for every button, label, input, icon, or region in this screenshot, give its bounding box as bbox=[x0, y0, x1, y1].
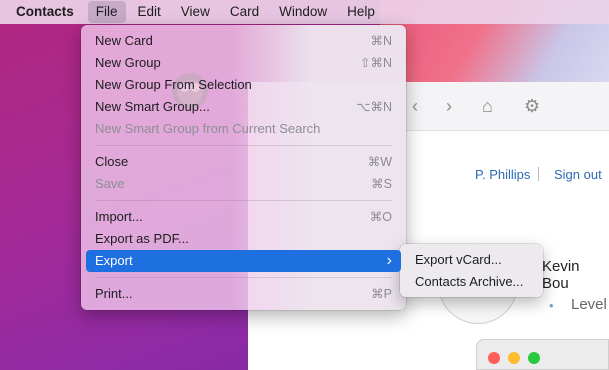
menu-item-label: Export as PDF... bbox=[95, 231, 189, 246]
menu-item-label: New Smart Group... bbox=[95, 99, 210, 114]
menu-item-label: New Group bbox=[95, 55, 161, 70]
minimize-traffic-light-icon[interactable] bbox=[508, 352, 520, 364]
home-icon[interactable]: ⌂ bbox=[482, 96, 493, 117]
menu-item-print[interactable]: Print... ⌘P bbox=[86, 283, 401, 305]
menu-item-label: Contacts Archive... bbox=[415, 274, 524, 289]
shortcut-label: ⌘P bbox=[371, 287, 392, 301]
shortcut-label: ⌘W bbox=[367, 155, 392, 169]
shortcut-label: ⇧⌘N bbox=[359, 56, 392, 70]
menu-item-export[interactable]: Export › bbox=[86, 250, 401, 272]
menu-item-label: Export vCard... bbox=[415, 252, 502, 267]
shortcut-label: ⌘O bbox=[369, 210, 392, 224]
back-arrow-icon[interactable]: ‹ bbox=[412, 96, 418, 117]
menu-edit[interactable]: Edit bbox=[130, 1, 169, 23]
menu-item-label: New Card bbox=[95, 33, 153, 48]
menu-item-save: Save ⌘S bbox=[86, 173, 401, 195]
menu-card[interactable]: Card bbox=[222, 1, 267, 23]
menu-item-label: Print... bbox=[95, 286, 133, 301]
menu-item-export-as-pdf[interactable]: Export as PDF... bbox=[86, 228, 401, 250]
sign-out-link[interactable]: Sign out bbox=[554, 167, 602, 182]
menu-separator bbox=[95, 145, 392, 146]
menu-item-label: Close bbox=[95, 154, 129, 169]
bullet-icon: • bbox=[549, 298, 554, 313]
export-submenu: Export vCard... Contacts Archive... bbox=[400, 244, 543, 297]
menu-separator bbox=[95, 277, 392, 278]
zoom-traffic-light-icon[interactable] bbox=[528, 352, 540, 364]
menu-view[interactable]: View bbox=[173, 1, 218, 23]
user-name-link[interactable]: P. Phillips bbox=[475, 167, 530, 182]
menu-help[interactable]: Help bbox=[339, 1, 383, 23]
submenu-chevron-icon: › bbox=[386, 252, 392, 269]
close-traffic-light-icon[interactable] bbox=[488, 352, 500, 364]
menu-item-label: Import... bbox=[95, 209, 143, 224]
settings-gear-icon[interactable]: ⚙ bbox=[524, 96, 540, 117]
menu-item-label: New Group From Selection bbox=[95, 77, 252, 92]
menu-app-contacts[interactable]: Contacts bbox=[8, 1, 82, 23]
contact-name: Kevin Bou bbox=[542, 258, 580, 292]
shortcut-label: ⌘N bbox=[370, 34, 392, 48]
menu-window[interactable]: Window bbox=[271, 1, 335, 23]
submenu-item-contacts-archive[interactable]: Contacts Archive... bbox=[405, 271, 538, 293]
menu-item-new-card[interactable]: New Card ⌘N bbox=[86, 30, 401, 52]
menu-item-new-group[interactable]: New Group ⇧⌘N bbox=[86, 52, 401, 74]
inner-window-titlebar bbox=[476, 339, 609, 370]
menu-item-new-smart-group-from-search: New Smart Group from Current Search bbox=[86, 118, 401, 140]
level-label: Level bbox=[571, 296, 607, 313]
menu-file[interactable]: File bbox=[87, 1, 126, 23]
submenu-item-export-vcard[interactable]: Export vCard... bbox=[405, 249, 538, 271]
forward-arrow-icon[interactable]: › bbox=[446, 96, 452, 117]
menu-item-label: New Smart Group from Current Search bbox=[95, 121, 321, 136]
menu-item-close[interactable]: Close ⌘W bbox=[86, 151, 401, 173]
menu-item-import[interactable]: Import... ⌘O bbox=[86, 206, 401, 228]
menu-item-new-smart-group[interactable]: New Smart Group... ⌥⌘N bbox=[86, 96, 401, 118]
shortcut-label: ⌘S bbox=[371, 177, 392, 191]
menu-separator bbox=[95, 200, 392, 201]
menu-item-new-group-from-selection[interactable]: New Group From Selection bbox=[86, 74, 401, 96]
menu-item-label: Save bbox=[95, 176, 125, 191]
file-menu: New Card ⌘N New Group ⇧⌘N New Group From… bbox=[81, 25, 406, 310]
menu-item-label: Export bbox=[95, 253, 133, 268]
divider bbox=[538, 167, 539, 181]
menu-bar: Contacts File Edit View Card Window Help bbox=[0, 0, 609, 24]
shortcut-label: ⌥⌘N bbox=[356, 100, 392, 114]
